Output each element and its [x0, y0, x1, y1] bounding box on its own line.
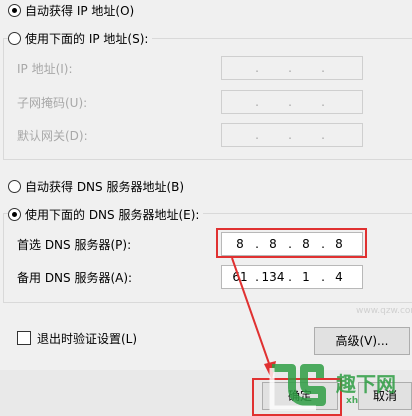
- watermark-url: www.qzw.com: [356, 306, 412, 316]
- watermark-logo-icon: [269, 364, 326, 411]
- watermark-site-code: xh: [346, 396, 359, 406]
- watermark-site-name: 趣下网: [336, 372, 396, 396]
- annotation-arrow-icon: [231, 257, 276, 380]
